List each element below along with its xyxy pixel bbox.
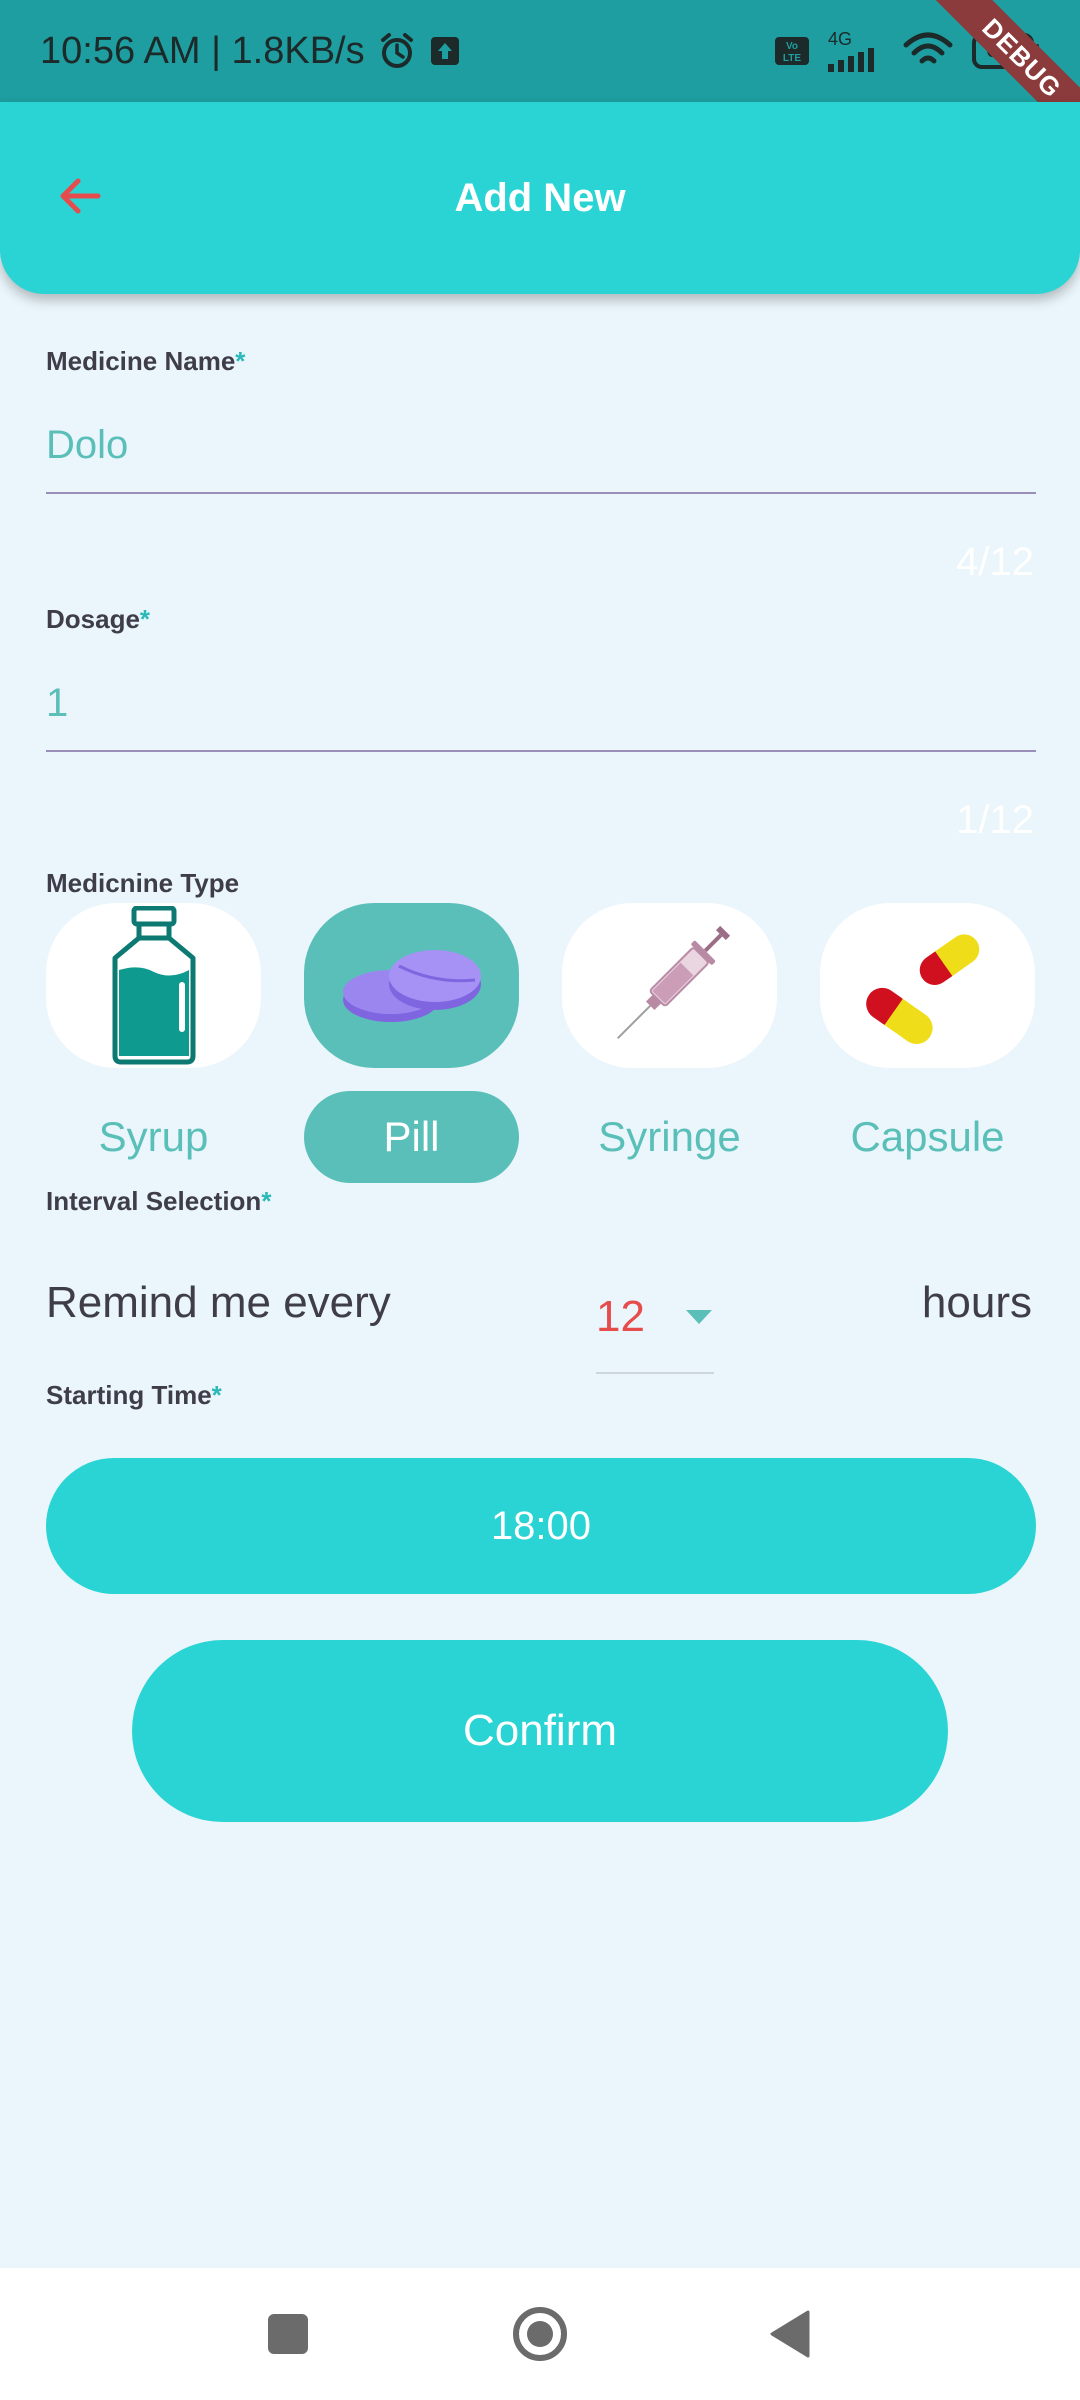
network-label: 4G — [828, 29, 853, 49]
syringe-icon — [616, 925, 730, 1039]
app-bar: Add New — [0, 102, 1080, 294]
back-nav-button[interactable] — [730, 2268, 850, 2400]
capsule-option-label[interactable]: Capsule — [820, 1091, 1035, 1183]
circle-icon — [513, 2307, 567, 2361]
pill-option-label[interactable]: Pill — [304, 1091, 519, 1183]
syrup-option-label[interactable]: Syrup — [46, 1091, 261, 1183]
required-mark: * — [139, 604, 151, 634]
syringe-option[interactable] — [562, 903, 777, 1068]
arrow-back-icon — [60, 178, 101, 214]
syrup-bottle-icon — [112, 905, 195, 1064]
dosage-field[interactable]: 1 — [46, 656, 1036, 752]
required-mark: * — [235, 346, 246, 376]
medicine-type-label: Medicnine Type — [46, 868, 240, 898]
capsule-icon — [865, 933, 979, 1044]
svg-text:Vo: Vo — [786, 41, 798, 52]
status-time: 10:56 AM | 1.8KB/s — [40, 29, 365, 72]
signal-icon: 4G — [828, 30, 884, 72]
interval-value: 12 — [596, 1292, 645, 1341]
dosage-label-text: Dosage — [46, 604, 140, 634]
home-button[interactable] — [480, 2268, 600, 2400]
back-button[interactable] — [50, 166, 110, 226]
dosage-label: Dosage* — [46, 604, 150, 635]
svg-text:LTE: LTE — [783, 53, 801, 64]
wifi-icon — [902, 31, 954, 71]
required-mark: * — [211, 1380, 222, 1410]
capsule-option[interactable] — [820, 903, 1035, 1068]
starting-time-button[interactable]: 18:00 — [46, 1458, 1036, 1594]
dosage-counter: 1/12 — [956, 798, 1034, 842]
alarm-icon — [377, 31, 417, 71]
remind-prefix: Remind me every — [46, 1278, 391, 1327]
pill-icon — [342, 949, 481, 1022]
interval-label-text: Interval Selection — [46, 1186, 262, 1216]
starting-time-label: Starting Time* — [46, 1380, 222, 1411]
starting-time-label-text: Starting Time — [46, 1380, 212, 1410]
medicine-name-field[interactable]: Dolo — [46, 398, 1036, 494]
required-mark: * — [261, 1186, 272, 1216]
medicine-name-label-text: Medicine Name — [46, 346, 236, 376]
interval-dropdown[interactable]: 12 — [596, 1262, 714, 1374]
recents-button[interactable] — [228, 2268, 348, 2400]
system-nav-bar — [0, 2268, 1080, 2400]
volte-icon: Vo LTE — [774, 36, 810, 66]
square-icon — [268, 2314, 308, 2354]
triangle-back-icon — [770, 2310, 810, 2358]
medicine-name-value: Dolo — [46, 422, 129, 467]
syrup-option[interactable] — [46, 903, 261, 1068]
interval-suffix: hours — [921, 1278, 1032, 1327]
pill-option[interactable] — [304, 903, 519, 1068]
medicine-type-selector: Syrup Pill Syringe Capsule — [46, 903, 1036, 1183]
dropdown-arrow-icon — [686, 1310, 712, 1324]
medicine-name-counter: 4/12 — [956, 540, 1034, 584]
dosage-value: 1 — [46, 680, 69, 725]
upload-icon — [429, 35, 461, 67]
interval-label: Interval Selection* — [46, 1186, 271, 1217]
confirm-button[interactable]: Confirm — [132, 1640, 948, 1822]
status-bar: 10:56 AM | 1.8KB/s Vo LTE 4G — [0, 0, 1080, 102]
medicine-name-label: Medicine Name* — [46, 346, 245, 377]
syringe-option-label[interactable]: Syringe — [562, 1091, 777, 1183]
page-title: Add New — [454, 175, 626, 220]
